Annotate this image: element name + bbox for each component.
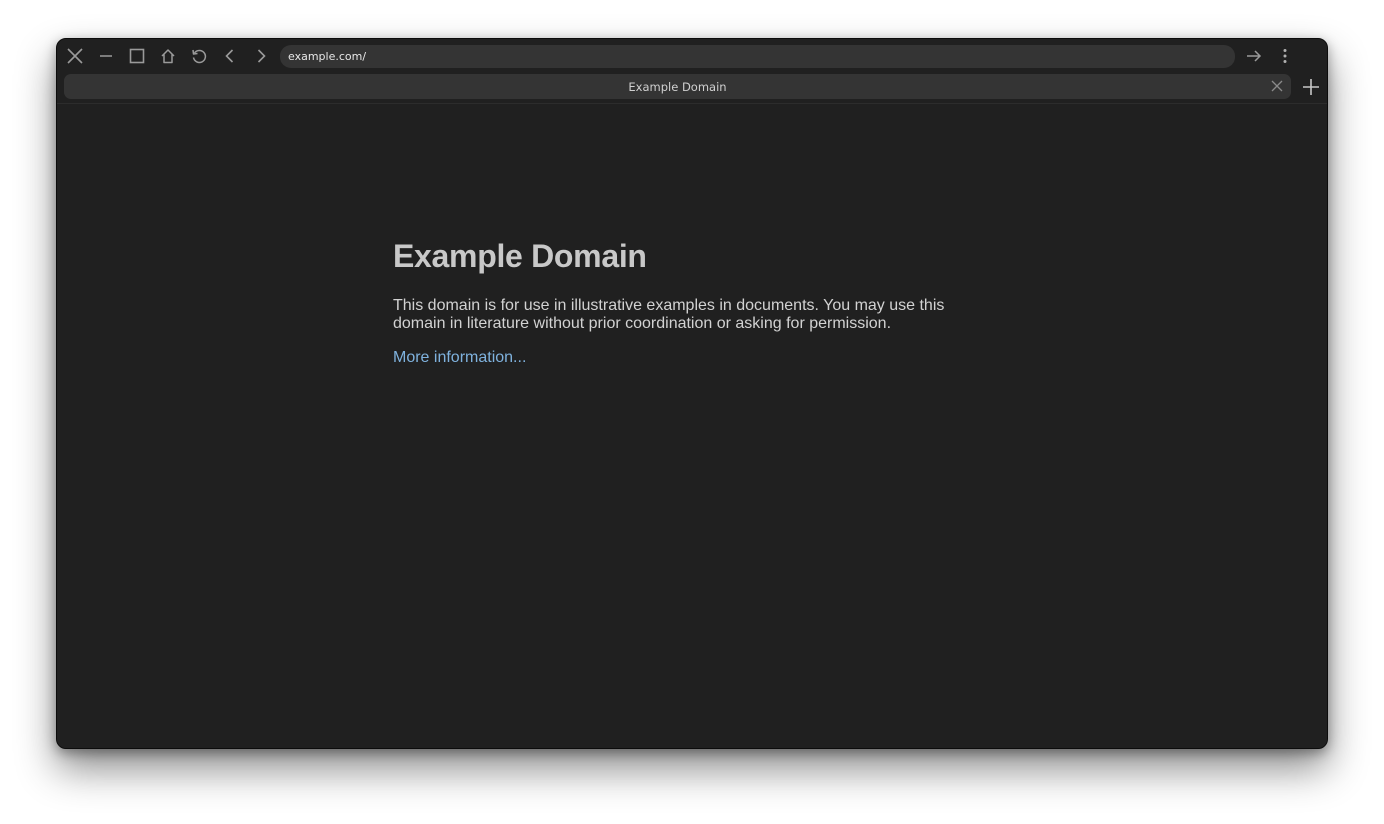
maximize-icon[interactable] — [125, 44, 149, 68]
go-arrow-icon[interactable] — [1242, 44, 1266, 68]
more-information-link[interactable]: More information... — [393, 349, 526, 366]
vertical-dots-icon[interactable] — [1273, 44, 1297, 68]
plus-icon[interactable] — [1301, 77, 1321, 97]
tab-title: Example Domain — [628, 79, 727, 94]
close-icon[interactable] — [63, 44, 87, 68]
tab-example-domain[interactable]: Example Domain — [64, 74, 1291, 99]
browser-toolbar — [57, 39, 1327, 73]
tab-bar: Example Domain — [57, 73, 1327, 104]
page-description: This domain is for use in illustrative e… — [393, 297, 945, 332]
address-input[interactable] — [288, 50, 1235, 63]
forward-arrow-icon[interactable] — [249, 44, 273, 68]
page-content: Example Domain This domain is for use in… — [57, 105, 1327, 748]
reload-icon[interactable] — [187, 44, 211, 68]
page-title: Example Domain — [393, 238, 647, 274]
back-arrow-icon[interactable] — [218, 44, 242, 68]
address-bar[interactable] — [280, 45, 1235, 68]
minimize-icon[interactable] — [94, 44, 118, 68]
tab-close-icon[interactable] — [1269, 78, 1285, 94]
browser-window: Example Domain Example Domain This domai… — [56, 38, 1328, 749]
page-body: Example Domain This domain is for use in… — [393, 237, 993, 367]
more-info-paragraph: More information... — [393, 349, 993, 367]
home-icon[interactable] — [156, 44, 180, 68]
